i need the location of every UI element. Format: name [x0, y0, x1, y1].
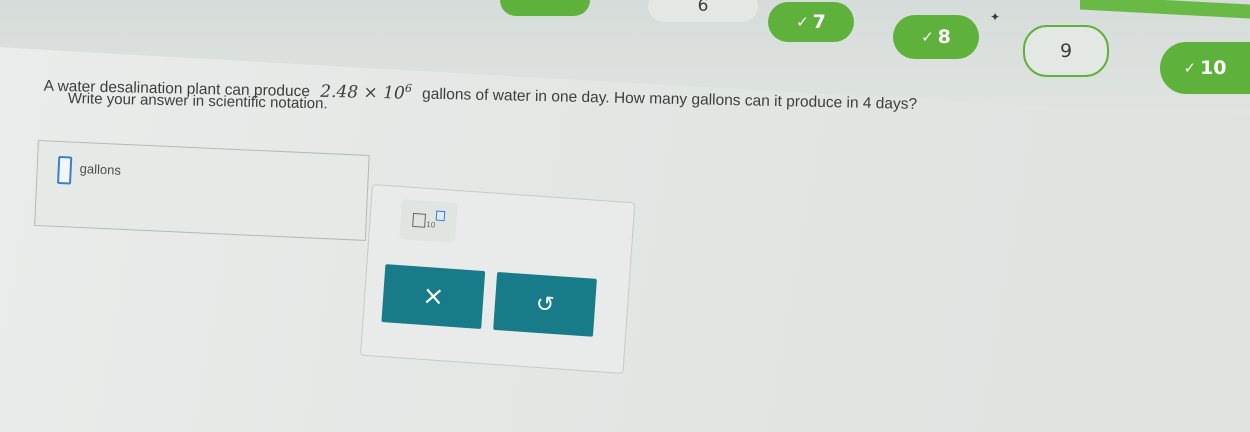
exponent-box-icon: [435, 210, 446, 222]
scientific-notation-button[interactable]: 10: [399, 199, 458, 243]
check-icon: ✓: [1183, 59, 1197, 77]
math-exponent: 6: [404, 81, 413, 95]
progress-step-partial: [500, 0, 590, 16]
answer-box[interactable]: gallons: [34, 140, 370, 241]
clear-button[interactable]: ×: [381, 264, 486, 329]
clear-icon: ×: [421, 280, 446, 313]
step-label: 10: [1200, 57, 1227, 79]
math-keypad: 10 × ↺: [360, 184, 636, 374]
progress-step-10[interactable]: ✓ 10: [1160, 42, 1250, 94]
base-ten-label: 10: [426, 219, 436, 230]
answer-input[interactable]: [57, 155, 73, 185]
undo-icon: ↺: [534, 291, 556, 318]
sparkle-icon: ✦: [990, 10, 1001, 24]
progress-step-6[interactable]: 6: [648, 0, 758, 22]
step-label: 6: [697, 0, 709, 16]
progress-step-7[interactable]: ✓ 7: [768, 2, 854, 42]
step-label: 7: [812, 11, 826, 33]
check-icon: ✓: [796, 13, 809, 31]
check-icon: ✓: [921, 28, 934, 46]
math-coefficient: 2.48 × 10: [320, 81, 406, 104]
progress-step-9[interactable]: 9: [1023, 25, 1109, 77]
progress-step-8[interactable]: ✓ 8: [893, 15, 979, 59]
math-expression: 2.48 × 106: [320, 81, 412, 103]
coefficient-box-icon: [412, 212, 427, 228]
step-label: 8: [937, 26, 951, 48]
undo-button[interactable]: ↺: [493, 271, 597, 337]
step-label: 9: [1059, 40, 1073, 62]
unit-label: gallons: [79, 160, 122, 178]
